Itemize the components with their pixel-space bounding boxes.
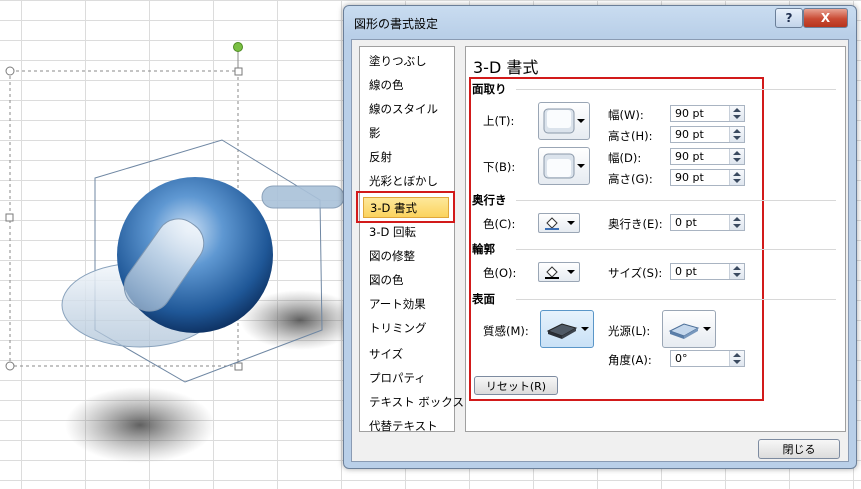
- dialog-client-area: 塗りつぶし 線の色 線のスタイル 影 反射 光彩とぼかし 3-D 書式 3-D …: [351, 39, 849, 462]
- bevel-bottom-dropdown[interactable]: [538, 147, 590, 185]
- bevel-bottom-width-label: 幅(D):: [608, 151, 642, 165]
- chevron-down-icon: [577, 164, 585, 168]
- paint-bucket-icon: [545, 217, 559, 230]
- bevel-top-width-spinner[interactable]: 90 pt: [670, 105, 745, 122]
- spinner-arrows-icon[interactable]: [729, 106, 744, 121]
- dialog-titlebar[interactable]: 図形の書式設定 ? X: [344, 6, 856, 38]
- spinner-value: 90 pt: [675, 107, 704, 120]
- bevel-top-width-label: 幅(W):: [608, 108, 644, 122]
- format-shape-dialog: 図形の書式設定 ? X 塗りつぶし 線の色 線のスタイル 影 反射 光彩とぼかし…: [343, 5, 857, 469]
- depth-color-dropdown[interactable]: [538, 213, 580, 233]
- spinner-value: 90 pt: [675, 150, 704, 163]
- surface-heading: 表面: [472, 292, 495, 306]
- nav-highlight-box: [356, 191, 455, 223]
- nav-item-glow-soft-edges[interactable]: 光彩とぼかし: [363, 171, 449, 192]
- depth-color-label: 色(C):: [483, 217, 516, 231]
- nav-item-alt-text[interactable]: 代替テキスト: [363, 416, 449, 437]
- nav-item-fill[interactable]: 塗りつぶし: [363, 51, 449, 72]
- divider: [516, 299, 836, 300]
- category-list: 塗りつぶし 線の色 線のスタイル 影 反射 光彩とぼかし 3-D 書式 3-D …: [356, 46, 464, 433]
- bevel-top-dropdown[interactable]: [538, 102, 590, 140]
- depth-amount-label: 奥行き(E):: [608, 217, 663, 231]
- bevel-bottom-height-label: 高さ(G):: [608, 172, 653, 186]
- material-label: 質感(M):: [483, 324, 529, 338]
- bevel-bottom-label: 下(B):: [483, 160, 516, 174]
- nav-item-shadow[interactable]: 影: [363, 123, 449, 144]
- spinner-arrows-icon[interactable]: [729, 170, 744, 185]
- contour-color-dropdown[interactable]: [538, 262, 580, 282]
- spinner-value: 0 pt: [675, 265, 697, 278]
- contour-heading: 輪郭: [472, 242, 495, 256]
- angle-label: 角度(A):: [608, 353, 652, 367]
- spinner-arrows-icon[interactable]: [729, 127, 744, 142]
- nav-item-line-color[interactable]: 線の色: [363, 75, 449, 96]
- bevel-heading: 面取り: [472, 82, 507, 96]
- nav-item-properties[interactable]: プロパティ: [363, 368, 449, 389]
- bevel-bottom-width-spinner[interactable]: 90 pt: [670, 148, 745, 165]
- bevel-top-height-label: 高さ(H):: [608, 129, 653, 143]
- nav-item-text-box[interactable]: テキスト ボックス: [363, 392, 464, 413]
- spinner-arrows-icon[interactable]: [729, 215, 744, 230]
- nav-item-crop[interactable]: トリミング: [363, 318, 449, 339]
- lighting-preview-icon: [668, 323, 700, 339]
- contour-size-spinner[interactable]: 0 pt: [670, 263, 745, 280]
- close-x-button[interactable]: X: [803, 8, 848, 28]
- angle-spinner[interactable]: 0°: [670, 350, 745, 367]
- resize-handle[interactable]: [5, 213, 14, 222]
- divider: [516, 249, 836, 250]
- spinner-value: 0 pt: [675, 216, 697, 229]
- resize-handle[interactable]: [5, 361, 15, 371]
- nav-item-picture-corrections[interactable]: 図の修整: [363, 246, 449, 267]
- spinner-arrows-icon[interactable]: [729, 351, 744, 366]
- divider: [516, 89, 836, 90]
- depth-heading: 奥行き: [472, 193, 507, 207]
- lighting-label: 光源(L):: [608, 324, 651, 338]
- bevel-top-height-spinner[interactable]: 90 pt: [670, 126, 745, 143]
- spinner-arrows-icon[interactable]: [729, 149, 744, 164]
- nav-item-size[interactable]: サイズ: [363, 344, 449, 365]
- chevron-down-icon: [567, 221, 575, 225]
- bevel-top-label: 上(T):: [483, 114, 515, 128]
- rotation-handle[interactable]: [233, 42, 243, 52]
- contour-size-label: サイズ(S):: [608, 266, 663, 280]
- dialog-title: 図形の書式設定: [354, 17, 439, 31]
- nav-item-line-style[interactable]: 線のスタイル: [363, 99, 449, 120]
- spinner-value: 0°: [675, 352, 688, 365]
- bevel-preview-icon: [543, 153, 575, 179]
- lighting-dropdown[interactable]: [662, 310, 716, 348]
- reset-button[interactable]: リセット(R): [474, 376, 558, 395]
- shape-shadow: [65, 387, 215, 463]
- paint-bucket-icon: [545, 266, 559, 279]
- nav-item-reflection[interactable]: 反射: [363, 147, 449, 168]
- panel-title: 3-D 書式: [473, 58, 539, 77]
- spinner-value: 90 pt: [675, 128, 704, 141]
- bevel-bottom-height-spinner[interactable]: 90 pt: [670, 169, 745, 186]
- nav-item-artistic-effects[interactable]: アート効果: [363, 294, 449, 315]
- spinner-arrows-icon[interactable]: [729, 264, 744, 279]
- nav-item-3d-rotation[interactable]: 3-D 回転: [363, 222, 449, 243]
- chevron-down-icon: [581, 327, 589, 331]
- resize-handle[interactable]: [234, 67, 243, 76]
- material-preview-icon: [546, 323, 578, 339]
- help-button[interactable]: ?: [775, 8, 803, 28]
- material-dropdown[interactable]: [540, 310, 594, 348]
- glass-bar: [261, 185, 345, 209]
- depth-amount-spinner[interactable]: 0 pt: [670, 214, 745, 231]
- close-button[interactable]: 閉じる: [758, 439, 840, 459]
- divider: [516, 200, 836, 201]
- nav-item-picture-color[interactable]: 図の色: [363, 270, 449, 291]
- chevron-down-icon: [577, 119, 585, 123]
- bevel-preview-icon: [543, 108, 575, 134]
- chevron-down-icon: [703, 327, 711, 331]
- contour-color-label: 色(O):: [483, 266, 517, 280]
- resize-handle[interactable]: [234, 362, 243, 371]
- chevron-down-icon: [567, 270, 575, 274]
- resize-handle[interactable]: [5, 66, 15, 76]
- spinner-value: 90 pt: [675, 171, 704, 184]
- 3d-format-panel: 3-D 書式 面取り 上(T): 幅(W): 90 pt 高さ(H): 90 p…: [465, 46, 846, 432]
